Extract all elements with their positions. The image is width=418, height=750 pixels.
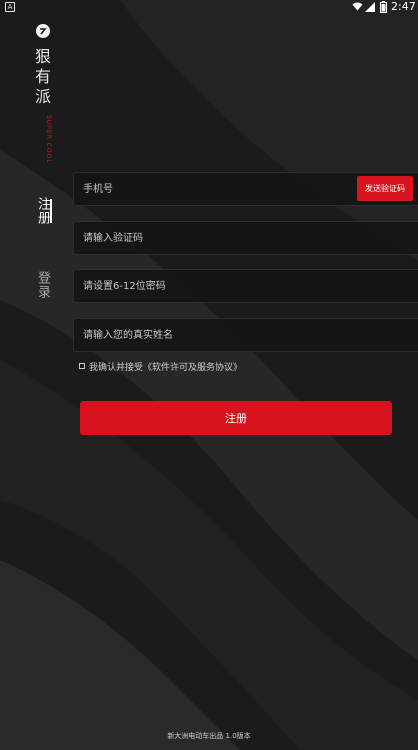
agreement-checkbox[interactable] [79, 363, 85, 369]
brand-char: 派 [34, 87, 51, 106]
register-button[interactable]: 注册 [80, 401, 392, 435]
code-input[interactable] [83, 222, 343, 254]
battery-icon [380, 1, 387, 13]
brand-tagline: SUPER COOL [45, 115, 52, 164]
brand-char: 有 [34, 67, 51, 86]
signal-icon [365, 2, 375, 12]
name-field [73, 318, 418, 352]
wifi-icon [352, 2, 363, 11]
tab-active-indicator [50, 199, 52, 223]
code-field [73, 221, 418, 255]
status-time: 2:47 [391, 0, 416, 13]
footer-version: 新大洲电动车出品 1.0版本 [167, 732, 251, 740]
password-field [73, 269, 418, 303]
tab-login[interactable]: 登录 [33, 271, 52, 299]
password-input[interactable] [83, 270, 343, 302]
agreement-text[interactable]: 我确认并接受《软件许可及服务协议》 [89, 360, 242, 373]
agreement-row[interactable]: 我确认并接受《软件许可及服务协议》 [79, 360, 242, 373]
brand-char: 狠 [34, 47, 51, 66]
send-code-button[interactable]: 发送验证码 [357, 176, 413, 201]
status-bar: A 2:47 [0, 0, 418, 14]
name-input[interactable] [83, 319, 343, 351]
phone-input[interactable] [83, 173, 343, 205]
background-stripes [0, 0, 418, 750]
brand-logo-icon [36, 24, 50, 38]
notification-icon: A [5, 2, 15, 12]
brand-name: 狠 有 派 [33, 47, 53, 107]
